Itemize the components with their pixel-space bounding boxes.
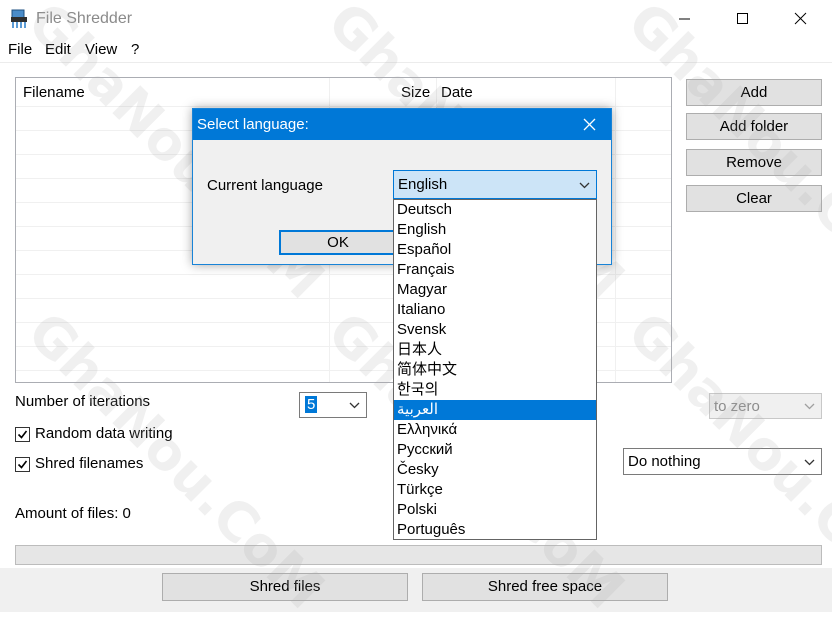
file-shredder-icon (9, 9, 29, 29)
add-button[interactable]: Add (686, 79, 822, 106)
title-bar: File Shredder (0, 0, 832, 38)
iterations-value: 5 (305, 396, 318, 413)
language-select-value: English (398, 176, 448, 193)
chevron-down-icon (349, 402, 360, 409)
shred-filenames-label: Shred filenames (35, 455, 144, 472)
random-data-label: Random data writing (35, 425, 173, 442)
minimize-icon (679, 18, 690, 20)
progress-bar (15, 545, 822, 565)
ok-button[interactable]: OK (279, 230, 397, 255)
after-action-select[interactable]: Do nothing (623, 448, 822, 475)
language-option[interactable]: 한국의 (394, 380, 596, 400)
checkmark-icon (17, 430, 28, 439)
dialog-title-bar: Select language: (193, 109, 611, 140)
language-option[interactable]: Ελληνικά (394, 420, 596, 440)
current-language-label: Current language (207, 177, 323, 194)
language-option[interactable]: Русский (394, 440, 596, 460)
shred-free-space-button[interactable]: Shred free space (422, 573, 668, 601)
language-option[interactable]: Español (394, 240, 596, 260)
language-option-highlighted[interactable]: العربية (394, 400, 596, 420)
language-option[interactable]: Türkçe (394, 480, 596, 500)
bottom-bar (0, 568, 832, 612)
column-header-filename[interactable]: Filename (23, 84, 85, 101)
minimize-button[interactable] (656, 0, 714, 38)
language-option[interactable]: Français (394, 260, 596, 280)
language-select[interactable]: English (393, 170, 597, 199)
language-option[interactable]: Magyar (394, 280, 596, 300)
language-option[interactable]: Svensk (394, 320, 596, 340)
menu-bar: File Edit View ? (0, 38, 832, 63)
chevron-down-icon (579, 182, 590, 189)
clear-button[interactable]: Clear (686, 185, 822, 212)
close-icon (583, 118, 596, 131)
language-option[interactable]: Deutsch (394, 200, 596, 220)
language-option[interactable]: Italiano (394, 300, 596, 320)
chevron-down-icon (804, 403, 815, 410)
column-header-size[interactable]: Size (401, 84, 430, 101)
shred-files-button[interactable]: Shred files (162, 573, 408, 601)
menu-edit[interactable]: Edit (45, 41, 71, 58)
maximize-button[interactable] (714, 0, 772, 38)
menu-file[interactable]: File (8, 41, 32, 58)
amount-of-files: Amount of files: 0 (15, 505, 131, 522)
iterations-label: Number of iterations (15, 393, 151, 410)
window-title: File Shredder (36, 10, 133, 27)
menu-view[interactable]: View (85, 41, 117, 58)
fill-mode-value: to zero (714, 398, 760, 415)
column-header-date[interactable]: Date (441, 84, 473, 101)
language-option[interactable]: Česky (394, 460, 596, 480)
language-option[interactable]: Português (394, 520, 596, 540)
language-dropdown-list: Deutsch English Español Français Magyar … (393, 199, 597, 540)
dialog-close-button[interactable] (567, 109, 611, 140)
language-option[interactable]: English (394, 220, 596, 240)
maximize-icon (737, 13, 748, 24)
language-option[interactable]: Polski (394, 500, 596, 520)
fill-mode-select: to zero (709, 393, 822, 419)
checkmark-icon (17, 460, 28, 469)
after-action-value: Do nothing (628, 453, 701, 470)
language-option[interactable]: 日本人 (394, 340, 596, 360)
add-folder-button[interactable]: Add folder (686, 113, 822, 140)
close-icon (794, 12, 807, 25)
remove-button[interactable]: Remove (686, 149, 822, 176)
dialog-title: Select language: (197, 116, 309, 133)
random-data-checkbox[interactable] (15, 427, 30, 442)
close-button[interactable] (772, 0, 830, 38)
shred-filenames-checkbox[interactable] (15, 457, 30, 472)
iterations-select[interactable]: 5 (299, 392, 367, 418)
chevron-down-icon (804, 459, 815, 466)
language-option[interactable]: 简体中文 (394, 360, 596, 380)
menu-help[interactable]: ? (131, 41, 139, 58)
